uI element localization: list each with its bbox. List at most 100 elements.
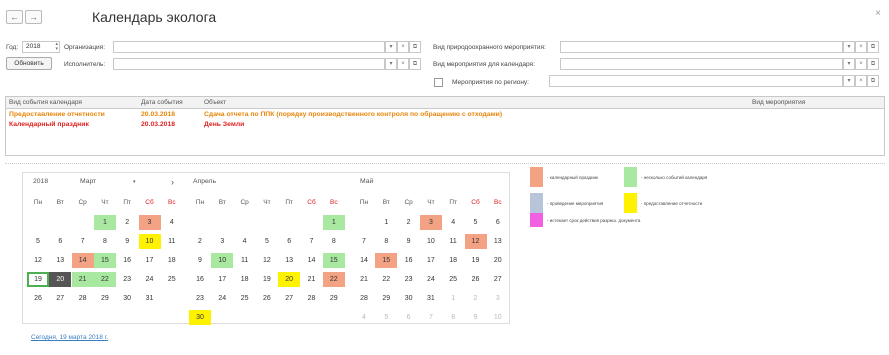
day-cell-march-31[interactable]: 31 xyxy=(139,291,161,306)
day-cell-may-24[interactable]: 24 xyxy=(420,272,442,287)
day-cell-march-3[interactable]: 3 xyxy=(138,215,161,230)
day-cell-may-30[interactable]: 30 xyxy=(398,291,420,306)
day-cell-april-13[interactable]: 13 xyxy=(278,253,300,268)
day-cell-march-24[interactable]: 24 xyxy=(139,272,161,287)
day-cell-april-19[interactable]: 19 xyxy=(256,272,278,287)
day-cell-march-27[interactable]: 27 xyxy=(49,291,71,306)
day-cell-may-21[interactable]: 21 xyxy=(353,272,375,287)
day-cell-april-17[interactable]: 17 xyxy=(211,272,233,287)
day-cell-may-27[interactable]: 27 xyxy=(487,272,509,287)
day-cell-may-11[interactable]: 11 xyxy=(442,234,464,249)
day-cell-april-14[interactable]: 14 xyxy=(301,253,323,268)
day-cell-march-14[interactable]: 14 xyxy=(71,253,94,268)
day-cell-april-12[interactable]: 12 xyxy=(256,253,278,268)
day-cell-april-11[interactable]: 11 xyxy=(234,253,256,268)
day-cell-may-8[interactable]: 8 xyxy=(375,234,397,249)
day-cell-march-9[interactable]: 9 xyxy=(116,234,138,249)
day-cell-april-25[interactable]: 25 xyxy=(234,291,256,306)
day-cell-may-8[interactable]: 8 xyxy=(442,310,464,325)
day-cell-april-20[interactable]: 20 xyxy=(278,272,301,287)
day-cell-march-13[interactable]: 13 xyxy=(49,253,71,268)
organization-dropdown-icon[interactable]: ▾ xyxy=(385,41,397,53)
table-row[interactable]: Календарный праздник 20.03.2018 День Зем… xyxy=(6,120,884,130)
column-header-type[interactable]: Вид события календаря xyxy=(9,99,82,106)
day-cell-may-28[interactable]: 28 xyxy=(353,291,375,306)
nature-event-input[interactable] xyxy=(560,41,843,53)
day-cell-may-5[interactable]: 5 xyxy=(465,215,487,230)
day-cell-may-3[interactable]: 3 xyxy=(419,215,442,230)
day-cell-march-25[interactable]: 25 xyxy=(161,272,183,287)
day-cell-april-21[interactable]: 21 xyxy=(301,272,323,287)
day-cell-march-23[interactable]: 23 xyxy=(116,272,138,287)
day-cell-march-4[interactable]: 4 xyxy=(161,215,183,230)
day-cell-march-16[interactable]: 16 xyxy=(116,253,138,268)
day-cell-may-12[interactable]: 12 xyxy=(464,234,487,249)
day-cell-april-24[interactable]: 24 xyxy=(211,291,233,306)
day-cell-may-17[interactable]: 17 xyxy=(420,253,442,268)
day-cell-may-1[interactable]: 1 xyxy=(442,291,464,306)
region-open-icon[interactable]: ⧉ xyxy=(867,75,879,87)
nature-event-dropdown-icon[interactable]: ▾ xyxy=(843,41,855,53)
year-stepper-icon[interactable]: ▴ ▾ xyxy=(55,42,58,52)
day-cell-april-18[interactable]: 18 xyxy=(234,272,256,287)
close-icon[interactable]: × xyxy=(875,8,881,19)
day-cell-march-7[interactable]: 7 xyxy=(72,234,94,249)
day-cell-march-2[interactable]: 2 xyxy=(116,215,138,230)
region-dropdown-icon[interactable]: ▾ xyxy=(843,75,855,87)
day-cell-april-23[interactable]: 23 xyxy=(189,291,211,306)
column-header-date[interactable]: Дата события xyxy=(141,99,183,106)
day-cell-may-26[interactable]: 26 xyxy=(465,272,487,287)
today-link[interactable]: Сегодня, 19 марта 2018 г. xyxy=(31,334,108,341)
day-cell-may-9[interactable]: 9 xyxy=(465,310,487,325)
day-cell-april-16[interactable]: 16 xyxy=(189,272,211,287)
month-selector-march[interactable]: Март xyxy=(80,173,96,191)
day-cell-april-29[interactable]: 29 xyxy=(323,291,345,306)
day-cell-march-30[interactable]: 30 xyxy=(116,291,138,306)
day-cell-march-8[interactable]: 8 xyxy=(94,234,116,249)
day-cell-may-16[interactable]: 16 xyxy=(398,253,420,268)
day-cell-may-23[interactable]: 23 xyxy=(398,272,420,287)
day-cell-may-4[interactable]: 4 xyxy=(353,310,375,325)
day-cell-april-28[interactable]: 28 xyxy=(301,291,323,306)
day-cell-may-5[interactable]: 5 xyxy=(375,310,397,325)
year-input[interactable]: 2018 ▴ ▾ xyxy=(22,41,60,53)
day-cell-april-1[interactable]: 1 xyxy=(322,215,345,230)
day-cell-may-15[interactable]: 15 xyxy=(375,253,398,268)
executor-clear-icon[interactable]: × xyxy=(397,58,409,70)
day-cell-march-15[interactable]: 15 xyxy=(93,253,116,268)
day-cell-april-5[interactable]: 5 xyxy=(256,234,278,249)
day-cell-april-27[interactable]: 27 xyxy=(278,291,300,306)
day-cell-april-30[interactable]: 30 xyxy=(189,310,211,325)
day-cell-april-10[interactable]: 10 xyxy=(211,253,234,268)
executor-input[interactable] xyxy=(113,58,385,70)
next-month-icon[interactable]: › xyxy=(171,173,174,191)
day-cell-april-3[interactable]: 3 xyxy=(211,234,233,249)
day-cell-march-19[interactable]: 19 xyxy=(27,272,49,287)
day-cell-april-26[interactable]: 26 xyxy=(256,291,278,306)
day-cell-may-2[interactable]: 2 xyxy=(398,215,420,230)
day-cell-may-10[interactable]: 10 xyxy=(487,310,509,325)
day-cell-may-18[interactable]: 18 xyxy=(442,253,464,268)
back-button[interactable]: ← xyxy=(6,10,23,24)
day-cell-may-4[interactable]: 4 xyxy=(442,215,464,230)
region-input[interactable] xyxy=(549,75,843,87)
day-cell-may-31[interactable]: 31 xyxy=(420,291,442,306)
day-cell-march-6[interactable]: 6 xyxy=(49,234,71,249)
organization-input[interactable] xyxy=(113,41,385,53)
day-cell-march-12[interactable]: 12 xyxy=(27,253,49,268)
day-cell-may-6[interactable]: 6 xyxy=(398,310,420,325)
organization-clear-icon[interactable]: × xyxy=(397,41,409,53)
calendar-event-input[interactable] xyxy=(560,58,843,70)
region-checkbox[interactable] xyxy=(434,78,443,87)
day-cell-may-2[interactable]: 2 xyxy=(465,291,487,306)
day-cell-march-1[interactable]: 1 xyxy=(93,215,116,230)
calendar-event-dropdown-icon[interactable]: ▾ xyxy=(843,58,855,70)
day-cell-april-4[interactable]: 4 xyxy=(234,234,256,249)
day-cell-march-17[interactable]: 17 xyxy=(139,253,161,268)
day-cell-may-6[interactable]: 6 xyxy=(487,215,509,230)
calendar-year[interactable]: 2018 xyxy=(33,173,48,191)
day-cell-march-28[interactable]: 28 xyxy=(72,291,94,306)
table-row[interactable]: Предоставление отчетности 20.03.2018 Сда… xyxy=(6,110,884,120)
day-cell-march-21[interactable]: 21 xyxy=(71,272,94,287)
day-cell-march-29[interactable]: 29 xyxy=(94,291,116,306)
